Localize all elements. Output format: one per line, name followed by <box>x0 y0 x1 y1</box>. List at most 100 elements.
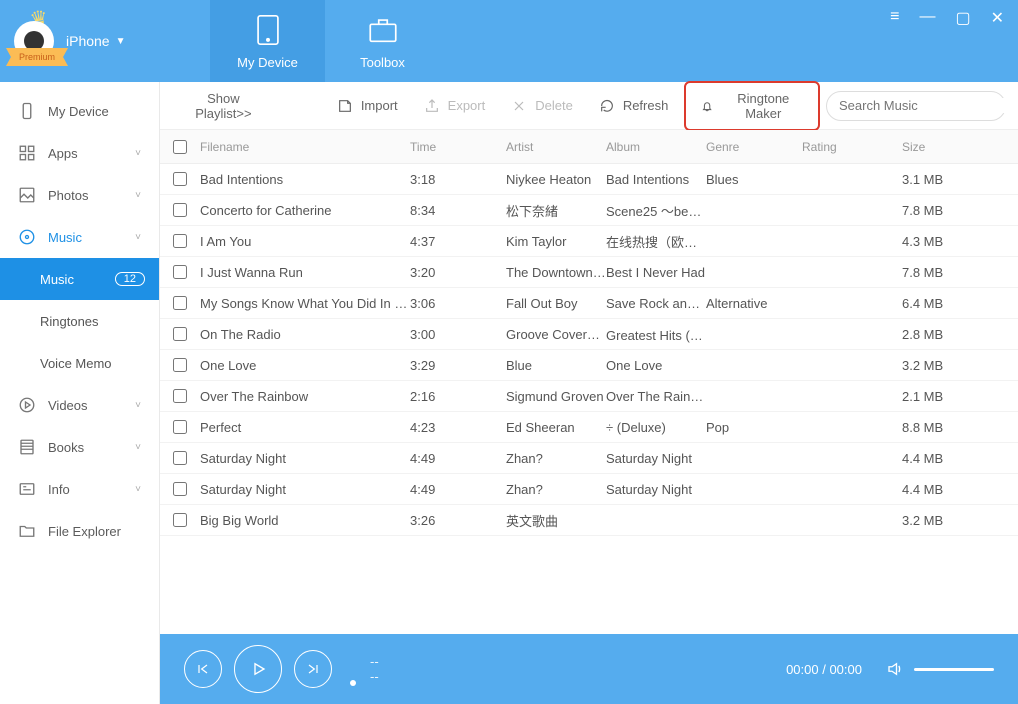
sidebar-item-apps[interactable]: Apps ˅ <box>0 132 159 174</box>
info-icon <box>18 480 36 498</box>
table-row[interactable]: My Songs Know What You Did In th...3:06F… <box>160 288 1018 319</box>
table-row[interactable]: Over The Rainbow2:16Sigmund GrovenOver T… <box>160 381 1018 412</box>
sidebar-sub-music[interactable]: Music 12 <box>0 258 159 300</box>
maximize-icon[interactable]: ▢ <box>955 8 970 28</box>
col-filename[interactable]: Filename <box>200 140 410 154</box>
cell-filename: Concerto for Catherine <box>200 203 410 218</box>
photos-icon <box>18 186 36 204</box>
col-size[interactable]: Size <box>902 140 972 154</box>
table-row[interactable]: Bad Intentions3:18Niykee HeatonBad Inten… <box>160 164 1018 195</box>
table-row[interactable]: Saturday Night4:49Zhan?Saturday Night4.4… <box>160 474 1018 505</box>
cell-artist: Groove Coverage <box>506 327 606 342</box>
music-table: Filename Time Artist Album Genre Rating … <box>160 130 1018 634</box>
sidebar-item-info[interactable]: Info ˅ <box>0 468 159 510</box>
row-checkbox[interactable] <box>173 296 187 310</box>
volume-control[interactable] <box>886 660 994 678</box>
cell-artist: 松下奈緒 <box>506 201 606 220</box>
track-artist: -- <box>370 669 379 684</box>
row-checkbox[interactable] <box>173 389 187 403</box>
device-selector-label: iPhone <box>66 33 110 49</box>
table-row[interactable]: I Am You4:37Kim Taylor在线热搜（欧美）4.3 MB <box>160 226 1018 257</box>
sidebar-sub-voicememo[interactable]: Voice Memo <box>0 342 159 384</box>
cell-time: 3:00 <box>410 327 506 342</box>
export-button[interactable]: Export <box>414 92 496 120</box>
import-icon <box>337 98 353 114</box>
cell-time: 4:23 <box>410 420 506 435</box>
cell-size: 2.8 MB <box>902 327 972 342</box>
row-checkbox[interactable] <box>173 234 187 248</box>
next-button[interactable] <box>294 650 332 688</box>
sidebar-item-music[interactable]: Music ˅ <box>0 216 159 258</box>
books-icon <box>18 438 36 456</box>
tab-my-device[interactable]: My Device <box>210 0 325 82</box>
tab-toolbox[interactable]: Toolbox <box>325 0 440 82</box>
close-icon[interactable]: ✕ <box>991 8 1004 28</box>
import-button[interactable]: Import <box>327 92 408 120</box>
chevron-down-icon: ˅ <box>135 190 141 201</box>
row-checkbox[interactable] <box>173 513 187 527</box>
row-checkbox[interactable] <box>173 482 187 496</box>
table-row[interactable]: Big Big World3:26英文歌曲3.2 MB <box>160 505 1018 536</box>
search-box[interactable] <box>826 91 1006 121</box>
refresh-button[interactable]: Refresh <box>589 92 679 120</box>
ringtone-maker-button[interactable]: Ringtone Maker <box>684 81 820 131</box>
music-icon <box>18 228 36 246</box>
sidebar-sub-ringtones[interactable]: Ringtones <box>0 300 159 342</box>
delete-button[interactable]: Delete <box>501 92 583 120</box>
progress-dot[interactable] <box>350 680 356 686</box>
sidebar-item-mydevice[interactable]: My Device <box>0 90 159 132</box>
tablet-icon <box>251 13 285 47</box>
cell-artist: Ed Sheeran <box>506 420 606 435</box>
sidebar-item-explorer[interactable]: File Explorer <box>0 510 159 552</box>
cell-genre: Alternative <box>706 296 802 311</box>
cell-time: 3:20 <box>410 265 506 280</box>
time-display: 00:00 / 00:00 <box>786 662 862 677</box>
cell-filename: Perfect <box>200 420 410 435</box>
prev-button[interactable] <box>184 650 222 688</box>
table-row[interactable]: Saturday Night4:49Zhan?Saturday Night4.4… <box>160 443 1018 474</box>
delete-icon <box>511 98 527 114</box>
main-body: My Device Apps ˅ Photos ˅ Music ˅ Music … <box>0 82 1018 704</box>
col-rating[interactable]: Rating <box>802 140 902 154</box>
table-row[interactable]: I Just Wanna Run3:20The Downtown Fiction… <box>160 257 1018 288</box>
col-album[interactable]: Album <box>606 140 706 154</box>
device-selector[interactable]: iPhone ▼ <box>66 33 126 49</box>
cell-artist: Kim Taylor <box>506 234 606 249</box>
row-checkbox[interactable] <box>173 327 187 341</box>
sidebar-item-books[interactable]: Books ˅ <box>0 426 159 468</box>
row-checkbox[interactable] <box>173 420 187 434</box>
table-row[interactable]: On The Radio3:00Groove CoverageGreatest … <box>160 319 1018 350</box>
sidebar-item-photos[interactable]: Photos ˅ <box>0 174 159 216</box>
search-input[interactable] <box>839 98 1015 113</box>
cell-filename: I Am You <box>200 234 410 249</box>
chevron-down-icon: ˅ <box>135 400 141 411</box>
col-time[interactable]: Time <box>410 140 506 154</box>
cell-filename: I Just Wanna Run <box>200 265 410 280</box>
cell-filename: My Songs Know What You Did In th... <box>200 296 410 311</box>
prev-icon <box>195 661 211 677</box>
col-genre[interactable]: Genre <box>706 140 802 154</box>
row-checkbox[interactable] <box>173 265 187 279</box>
content-area: Show Playlist>> Import Export Delete Ref… <box>160 82 1018 704</box>
sidebar-item-videos[interactable]: Videos ˅ <box>0 384 159 426</box>
table-row[interactable]: Concerto for Catherine8:34松下奈緒Scene25 ～b… <box>160 195 1018 226</box>
cell-filename: Saturday Night <box>200 451 410 466</box>
table-row[interactable]: Perfect4:23Ed Sheeran÷ (Deluxe)Pop8.8 MB <box>160 412 1018 443</box>
play-button[interactable] <box>234 645 282 693</box>
table-row[interactable]: One Love3:29BlueOne Love3.2 MB <box>160 350 1018 381</box>
show-playlist-button[interactable]: Show Playlist>> <box>172 85 275 127</box>
cell-album: Saturday Night <box>606 451 706 466</box>
count-badge: 12 <box>115 272 145 286</box>
minimize-icon[interactable]: — <box>919 8 935 28</box>
cell-artist: 英文歌曲 <box>506 511 606 530</box>
cell-size: 8.8 MB <box>902 420 972 435</box>
row-checkbox[interactable] <box>173 358 187 372</box>
cell-artist: Blue <box>506 358 606 373</box>
row-checkbox[interactable] <box>173 451 187 465</box>
row-checkbox[interactable] <box>173 203 187 217</box>
row-checkbox[interactable] <box>173 172 187 186</box>
select-all-checkbox[interactable] <box>173 140 187 154</box>
menu-icon[interactable]: ≡ <box>890 8 899 28</box>
col-artist[interactable]: Artist <box>506 140 606 154</box>
volume-slider[interactable] <box>914 668 994 671</box>
